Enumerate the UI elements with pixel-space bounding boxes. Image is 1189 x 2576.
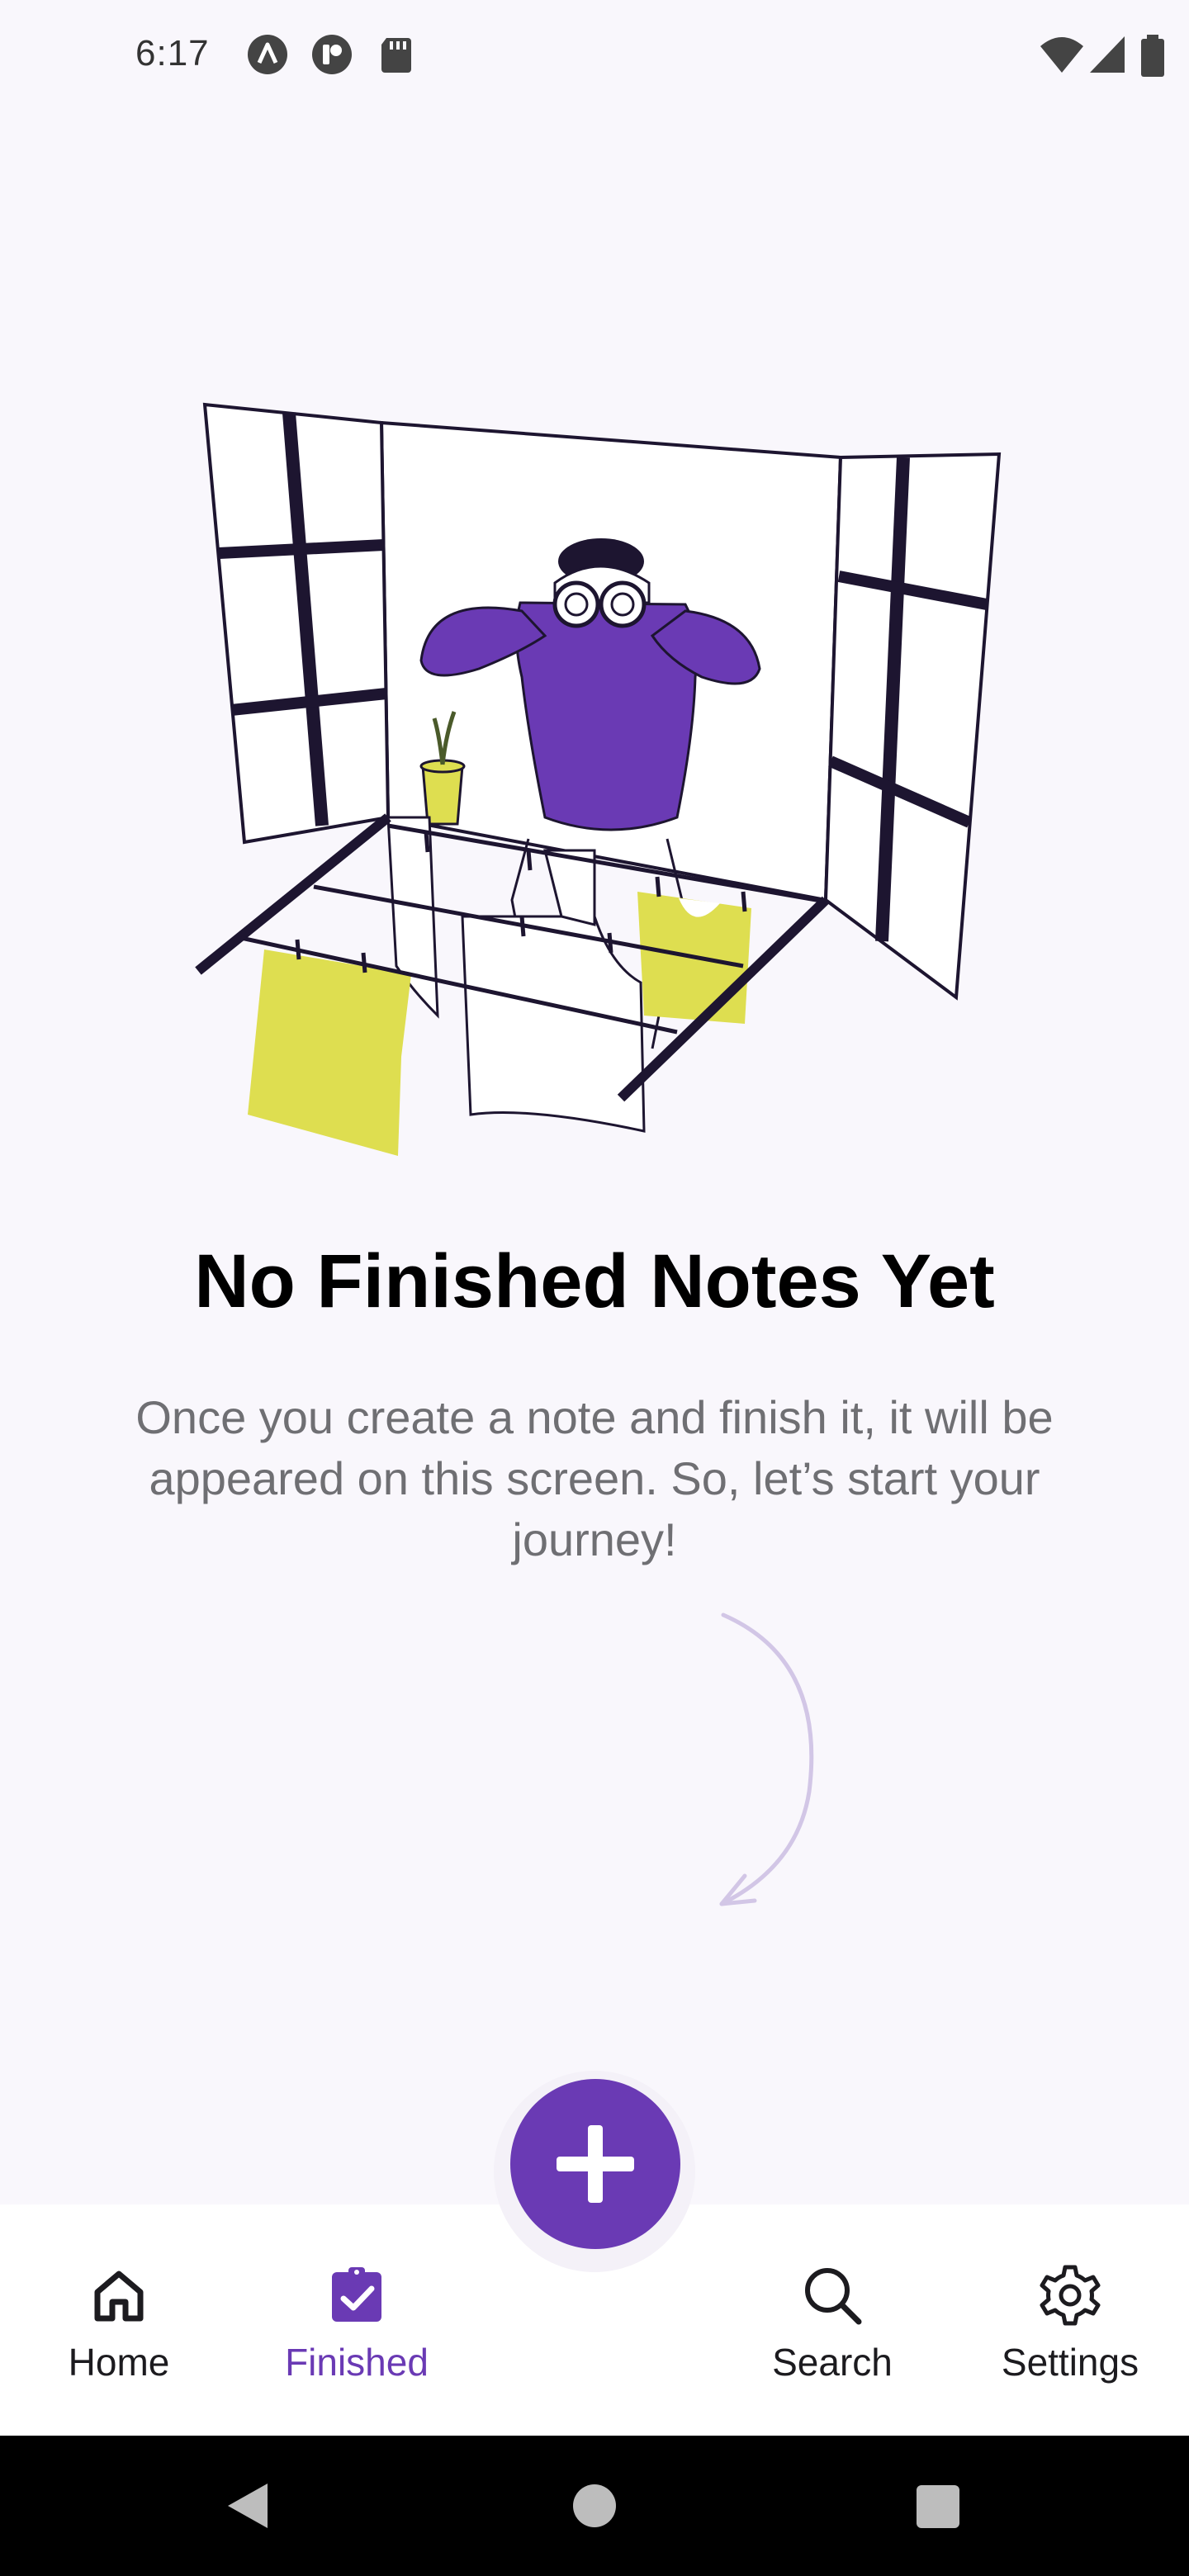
recents-icon[interactable] xyxy=(908,2477,966,2535)
nav-label-settings: Settings xyxy=(1001,2341,1139,2384)
status-time: 6:17 xyxy=(135,33,210,73)
nav-label-search: Search xyxy=(772,2341,893,2384)
finished-notes-screen: 6:17 No Finished Notes Yet Once you crea… xyxy=(0,0,1189,2576)
status-bar: 6:17 xyxy=(0,0,1189,116)
wifi-icon xyxy=(1040,37,1083,73)
nav-item-settings[interactable]: Settings xyxy=(963,2204,1177,2436)
battery-icon xyxy=(1141,35,1164,77)
sd-card-icon xyxy=(381,38,411,73)
cellular-signal-icon xyxy=(1090,36,1125,73)
nav-item-finished[interactable]: Finished xyxy=(249,2204,464,2436)
add-note-button[interactable] xyxy=(510,2079,680,2249)
accessibility-app-icon xyxy=(312,35,352,74)
search-icon xyxy=(805,2268,862,2325)
empty-state-description: Once you create a note and finish it, it… xyxy=(135,1391,1054,1565)
hint-arrow-icon xyxy=(719,1612,814,1906)
nav-item-search[interactable]: Search xyxy=(725,2204,940,2436)
back-icon[interactable] xyxy=(220,2477,277,2535)
home-icon xyxy=(94,2271,144,2322)
home-circle-icon[interactable] xyxy=(566,2477,623,2535)
nav-label-finished: Finished xyxy=(285,2341,429,2384)
empty-state-illustration xyxy=(195,402,1002,1156)
gear-icon xyxy=(1040,2265,1101,2326)
system-navigation-bar xyxy=(0,2436,1189,2576)
nearby-share-icon xyxy=(248,35,287,74)
nav-item-home[interactable]: Home xyxy=(12,2204,226,2436)
plus-icon xyxy=(557,2125,634,2203)
empty-state-title: No Finished Notes Yet xyxy=(194,1239,995,1324)
nav-label-home: Home xyxy=(68,2341,170,2384)
checklist-icon xyxy=(332,2267,381,2322)
